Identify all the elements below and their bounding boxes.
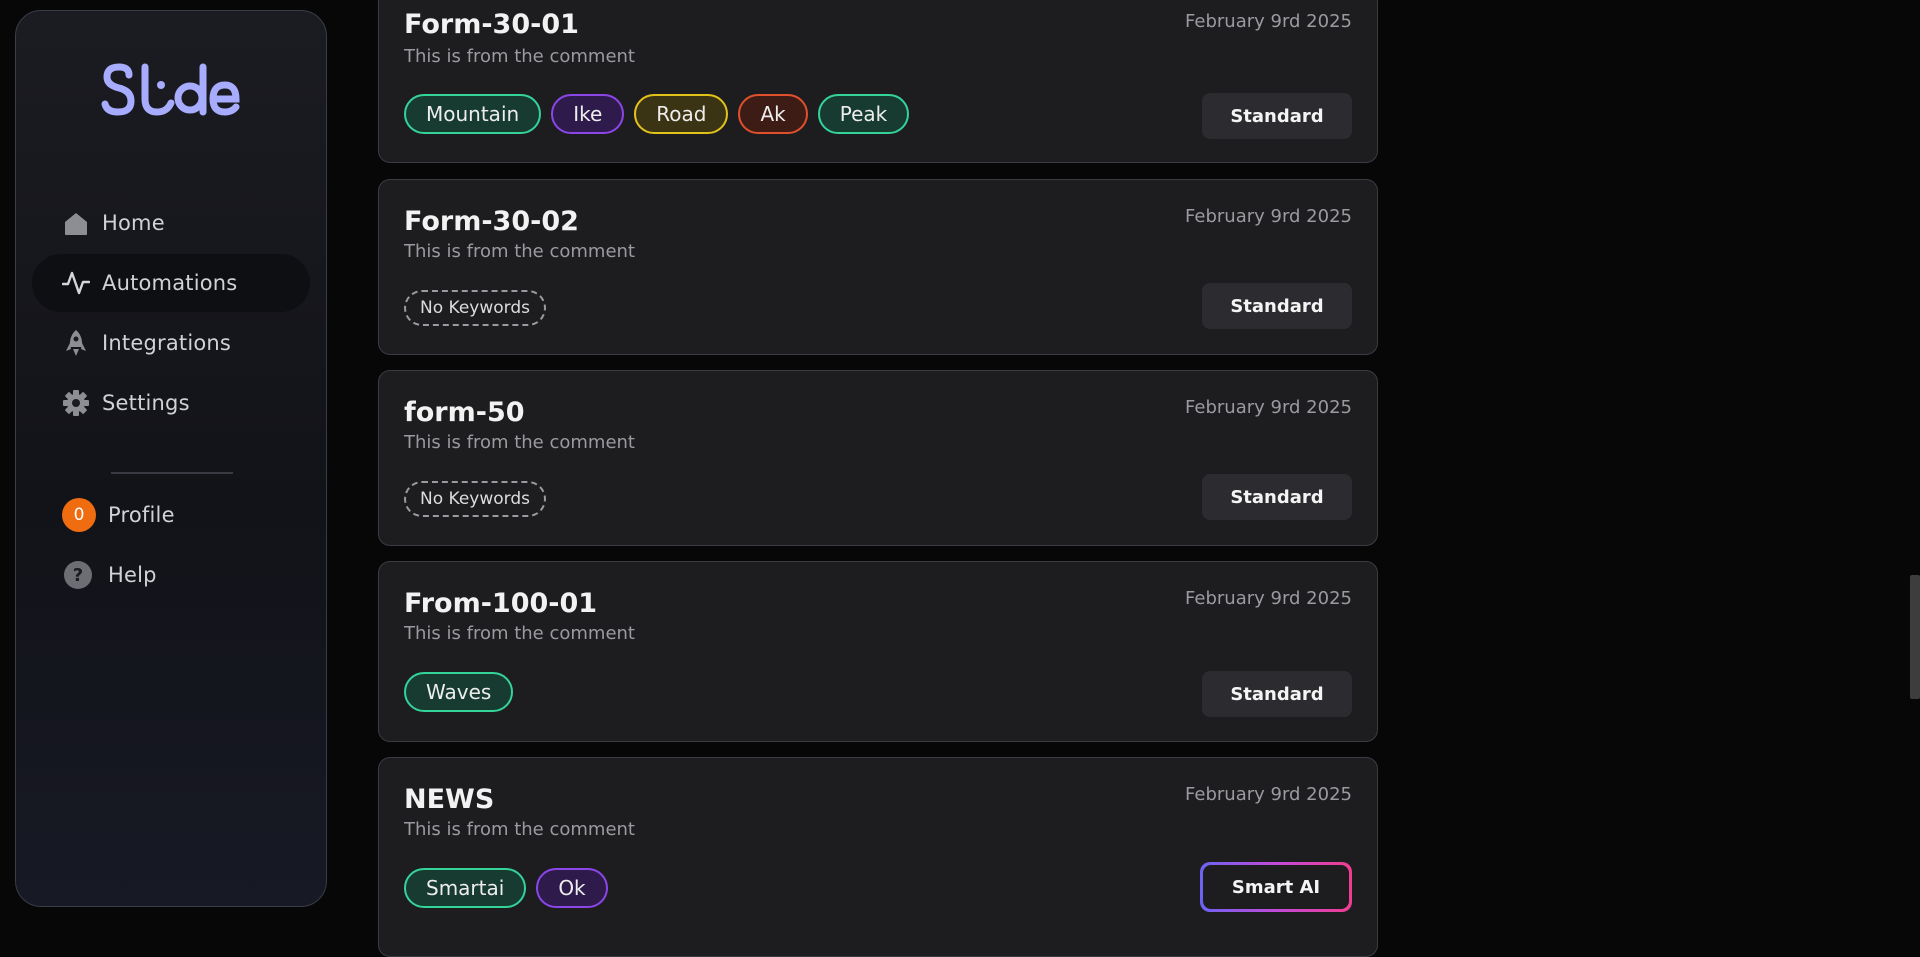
keyword-tags: Mountain Ike Road Ak Peak (404, 94, 910, 134)
keyword-tag[interactable]: Peak (817, 94, 910, 134)
keyword-tag[interactable]: Ike (551, 94, 625, 134)
keyword-tags: Smartai Ok (404, 868, 608, 908)
keyword-tags: No Keywords (404, 290, 546, 326)
gear-icon (62, 389, 90, 417)
card-description: This is from the comment (404, 819, 635, 840)
card-title: form-50 (404, 397, 525, 428)
card-date: February 9rd 2025 (1185, 11, 1352, 32)
nav-label-help: Help (108, 563, 157, 587)
keyword-tag[interactable]: Road (634, 94, 729, 134)
card-title: Form-30-02 (404, 206, 579, 237)
card-description: This is from the comment (404, 432, 635, 453)
standard-button[interactable]: Standard (1202, 474, 1352, 520)
keyword-tag[interactable]: Ak (738, 94, 808, 134)
card-title: From-100-01 (404, 588, 598, 619)
automation-card[interactable]: form-50 February 9rd 2025 This is from t… (378, 370, 1378, 546)
nav-label-home: Home (102, 211, 165, 235)
nav-label-settings: Settings (102, 391, 190, 415)
automation-card[interactable]: Form-30-01 February 9rd 2025 This is fro… (378, 0, 1378, 163)
nav-item-automations[interactable]: Automations (32, 254, 310, 312)
nav-item-integrations[interactable]: Integrations (32, 314, 310, 372)
card-date: February 9rd 2025 (1185, 397, 1352, 418)
automation-card[interactable]: NEWS February 9rd 2025 This is from the … (378, 757, 1378, 957)
avatar: 0 (62, 498, 96, 532)
keyword-tags: No Keywords (404, 481, 546, 517)
nav-item-home[interactable]: Home (32, 194, 310, 252)
standard-button[interactable]: Standard (1202, 283, 1352, 329)
automations-icon (62, 269, 90, 297)
sidebar-divider (111, 472, 233, 474)
slide-logo[interactable] (101, 61, 241, 123)
automation-card[interactable]: From-100-01 February 9rd 2025 This is fr… (378, 561, 1378, 742)
smart-ai-label: Smart AI (1203, 865, 1349, 909)
standard-button[interactable]: Standard (1202, 671, 1352, 717)
keyword-tag[interactable]: Waves (404, 672, 514, 712)
card-description: This is from the comment (404, 241, 635, 262)
card-date: February 9rd 2025 (1185, 784, 1352, 805)
card-date: February 9rd 2025 (1185, 206, 1352, 227)
card-description: This is from the comment (404, 46, 635, 67)
no-keywords-tag: No Keywords (404, 481, 546, 517)
nav-label-automations: Automations (102, 271, 238, 295)
card-title: Form-30-01 (404, 9, 579, 40)
no-keywords-tag: No Keywords (404, 290, 546, 326)
scrollbar-thumb[interactable] (1910, 575, 1920, 699)
keyword-tag[interactable]: Smartai (404, 868, 527, 908)
help-icon: ? (64, 561, 92, 589)
standard-button[interactable]: Standard (1202, 93, 1352, 139)
card-description: This is from the comment (404, 623, 635, 644)
card-title: NEWS (404, 784, 495, 815)
nav-item-profile[interactable]: 0 Profile (32, 486, 310, 544)
nav-item-settings[interactable]: Settings (32, 374, 310, 432)
sidebar: Home Automations Integrations Settings 0… (15, 10, 327, 907)
smart-ai-button[interactable]: Smart AI (1200, 862, 1352, 912)
home-icon (62, 209, 90, 237)
card-date: February 9rd 2025 (1185, 588, 1352, 609)
keyword-tag[interactable]: Ok (536, 868, 608, 908)
nav-label-profile: Profile (108, 503, 175, 527)
keyword-tag[interactable]: Mountain (404, 94, 542, 134)
keyword-tags: Waves (404, 672, 514, 712)
nav-item-help[interactable]: ? Help (32, 546, 310, 604)
nav-label-integrations: Integrations (102, 331, 232, 355)
automation-card[interactable]: Form-30-02 February 9rd 2025 This is fro… (378, 179, 1378, 355)
rocket-icon (62, 329, 90, 357)
